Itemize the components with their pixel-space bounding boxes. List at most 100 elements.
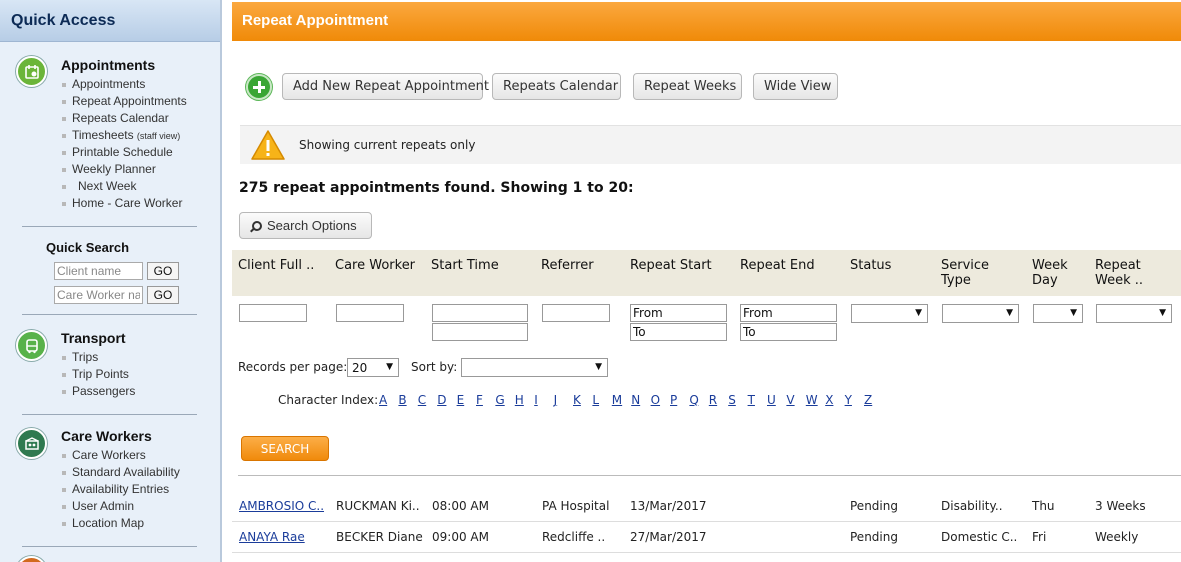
sidebar-item-location-map[interactable]: Location Map: [62, 516, 180, 533]
status-cell: Pending: [850, 530, 898, 544]
char-index-c[interactable]: C: [418, 393, 426, 407]
client-go-button[interactable]: GO: [147, 262, 179, 280]
col-referrer[interactable]: Referrer: [541, 258, 594, 273]
col-care-worker[interactable]: Care Worker: [335, 258, 415, 273]
filter-status-select[interactable]: ▼: [851, 304, 928, 323]
table-row[interactable]: ANAYA Rae BECKER Diane 09:00 AM Redcliff…: [232, 522, 1181, 552]
col-client-full-name[interactable]: Client Full ..: [238, 258, 314, 273]
start-time-cell: 09:00 AM: [432, 530, 489, 544]
char-index-q[interactable]: Q: [689, 393, 698, 407]
sidebar-divider: [22, 546, 197, 547]
add-new-repeat-appointment-button[interactable]: Add New Repeat Appointment: [282, 73, 489, 100]
sidebar-item-next-week[interactable]: Next Week: [62, 179, 187, 196]
col-start-time[interactable]: Start Time: [431, 258, 499, 273]
char-index-n[interactable]: N: [631, 393, 640, 407]
sidebar-item-availability-entries[interactable]: Availability Entries: [62, 482, 180, 499]
char-index-r[interactable]: R: [709, 393, 717, 407]
col-repeat-start[interactable]: Repeat Start: [630, 258, 712, 273]
filter-repeat-start-to[interactable]: [630, 323, 727, 341]
table-row[interactable]: AMBROSIO C.. RUCKMAN Ki.. 08:00 AM PA Ho…: [232, 491, 1181, 521]
quick-search-title: Quick Search: [46, 240, 130, 255]
search-options-button[interactable]: Search Options: [239, 212, 372, 239]
char-index-m[interactable]: M: [612, 393, 622, 407]
char-index-a[interactable]: A: [379, 393, 387, 407]
records-per-page-select[interactable]: 20 ▼: [347, 358, 399, 377]
col-repeat-week[interactable]: Repeat Week ..: [1095, 258, 1155, 288]
search-button[interactable]: SEARCH: [241, 436, 329, 461]
char-index-v[interactable]: V: [786, 393, 794, 407]
char-index-t[interactable]: T: [748, 393, 755, 407]
repeat-week-cell: 3 Weeks: [1095, 499, 1146, 513]
referrer-cell: Redcliffe ..: [542, 530, 606, 544]
char-index-d[interactable]: D: [437, 393, 446, 407]
char-index-w[interactable]: W: [806, 393, 818, 407]
client-link[interactable]: ANAYA Rae: [239, 530, 305, 544]
records-per-page-value: 20: [352, 361, 368, 375]
char-index-h[interactable]: H: [515, 393, 524, 407]
client-link[interactable]: AMBROSIO C..: [239, 499, 324, 513]
filter-service-type-select[interactable]: ▼: [942, 304, 1019, 323]
transport-heading: Transport: [61, 330, 126, 346]
filter-repeat-start-from[interactable]: [630, 304, 727, 322]
sidebar-item-timesheets[interactable]: Timesheets (staff view): [62, 128, 187, 145]
filter-referrer-input[interactable]: [542, 304, 610, 322]
char-index-f[interactable]: F: [476, 393, 483, 407]
char-index-e[interactable]: E: [457, 393, 465, 407]
row-divider: [232, 552, 1181, 553]
sidebar-item-appointments[interactable]: Appointments: [62, 77, 187, 94]
sidebar-item-repeat-appointments[interactable]: Repeat Appointments: [62, 94, 187, 111]
char-index-j[interactable]: J: [554, 393, 558, 407]
sidebar-item-home-care-worker[interactable]: Home - Care Worker: [62, 196, 187, 213]
sidebar-item-trips[interactable]: Trips: [62, 350, 135, 367]
sidebar-item-user-admin[interactable]: User Admin: [62, 499, 180, 516]
col-week-day[interactable]: Week Day: [1032, 258, 1072, 288]
sidebar-item-printable-schedule[interactable]: Printable Schedule: [62, 145, 187, 162]
care-worker-go-button[interactable]: GO: [147, 286, 179, 304]
repeats-calendar-button[interactable]: Repeats Calendar: [492, 73, 621, 100]
col-service-type[interactable]: Service Type: [941, 258, 1001, 288]
sidebar-item-repeats-calendar[interactable]: Repeats Calendar: [62, 111, 187, 128]
filter-client-input[interactable]: [239, 304, 307, 322]
care-worker-name-input[interactable]: [54, 286, 143, 304]
col-status[interactable]: Status: [850, 258, 891, 273]
char-index-s[interactable]: S: [728, 393, 736, 407]
char-index-y[interactable]: Y: [845, 393, 852, 407]
char-index-l[interactable]: L: [592, 393, 599, 407]
char-index-b[interactable]: B: [398, 393, 406, 407]
sidebar-item-weekly-planner[interactable]: Weekly Planner: [62, 162, 187, 179]
sidebar-item-passengers[interactable]: Passengers: [62, 384, 135, 401]
quick-access-title: Quick Access: [0, 0, 220, 42]
week-day-cell: Thu: [1032, 499, 1055, 513]
filter-start-time-from[interactable]: [432, 304, 528, 322]
filter-care-worker-input[interactable]: [336, 304, 404, 322]
char-index-x[interactable]: X: [825, 393, 833, 407]
search-options-label: Search Options: [267, 218, 357, 233]
char-index-g[interactable]: G: [495, 393, 504, 407]
sort-by-select[interactable]: ▼: [461, 358, 608, 377]
char-index-k[interactable]: K: [573, 393, 581, 407]
char-index-z[interactable]: Z: [864, 393, 872, 407]
char-index-i[interactable]: I: [534, 393, 538, 407]
char-index-u[interactable]: U: [767, 393, 776, 407]
sidebar-divider: [22, 314, 197, 315]
next-section-icon: [16, 556, 47, 562]
char-index-o[interactable]: O: [651, 393, 660, 407]
sidebar-item-trip-points[interactable]: Trip Points: [62, 367, 135, 384]
dropdown-arrow-icon: ▼: [915, 308, 922, 318]
sidebar-item-standard-availability[interactable]: Standard Availability: [62, 465, 180, 482]
filter-repeat-week-select[interactable]: ▼: [1096, 304, 1172, 323]
divider: [238, 475, 1181, 476]
wide-view-button[interactable]: Wide View: [753, 73, 838, 100]
filter-start-time-to[interactable]: [432, 323, 528, 341]
char-index-p[interactable]: P: [670, 393, 677, 407]
sidebar-item-care-workers[interactable]: Care Workers: [62, 448, 180, 465]
filter-repeat-end-from[interactable]: [740, 304, 837, 322]
dropdown-arrow-icon: ▼: [1159, 308, 1166, 318]
add-plus-icon[interactable]: [246, 74, 272, 100]
filter-week-day-select[interactable]: ▼: [1033, 304, 1083, 323]
dropdown-arrow-icon: ▼: [386, 362, 393, 372]
client-name-input[interactable]: [54, 262, 143, 280]
col-repeat-end[interactable]: Repeat End: [740, 258, 815, 273]
repeat-weeks-button[interactable]: Repeat Weeks: [633, 73, 742, 100]
filter-repeat-end-to[interactable]: [740, 323, 837, 341]
